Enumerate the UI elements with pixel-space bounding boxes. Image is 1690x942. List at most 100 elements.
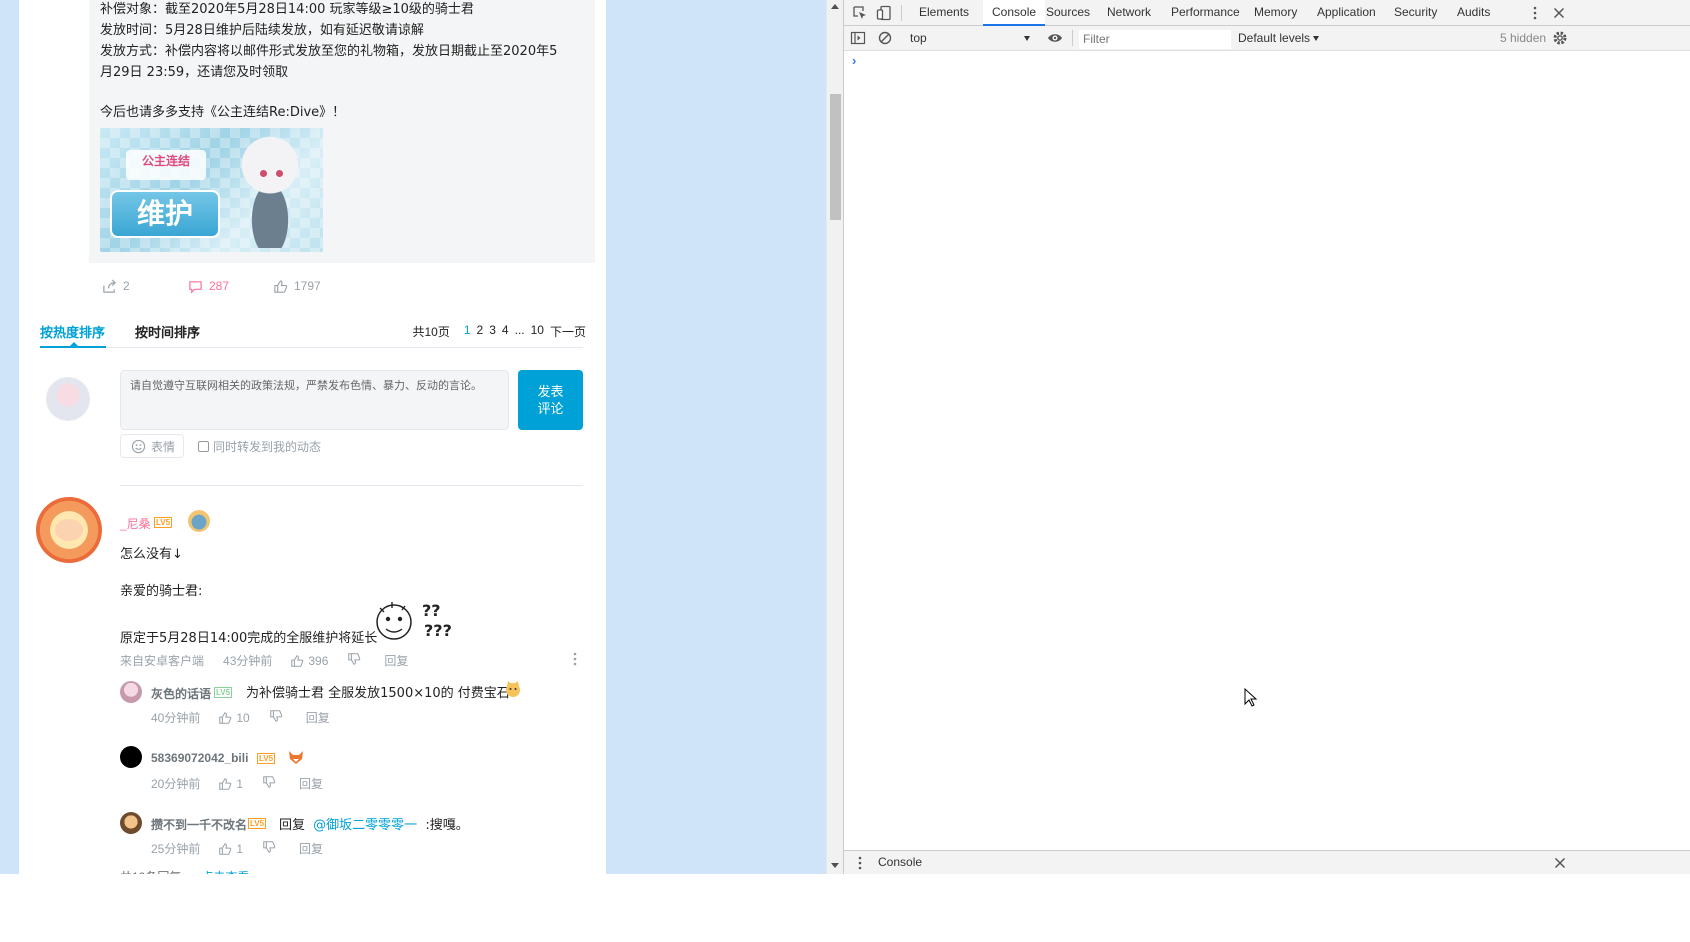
reply-reply-button[interactable]: 回复 xyxy=(299,840,323,857)
tab-performance[interactable]: Performance xyxy=(1169,0,1242,26)
live-expression-eye-icon[interactable] xyxy=(1047,30,1063,46)
post-line-release-method: 发放方式：补偿内容将以邮件形式发放至您的礼物箱，发放日期截止至2020年5 xyxy=(100,44,558,59)
close-devtools-icon[interactable] xyxy=(1551,5,1567,21)
tab-memory[interactable]: Memory xyxy=(1252,0,1299,26)
comment-count-button[interactable]: 287 xyxy=(188,278,229,294)
repost-checkbox[interactable]: 同时转发到我的动态 xyxy=(198,438,321,455)
post-line-deadline: 月29日 23:59，还请您及时领取 xyxy=(100,65,289,80)
like-count: 1797 xyxy=(294,279,321,293)
scroll-up-arrow-icon[interactable] xyxy=(831,4,839,9)
current-user-avatar[interactable] xyxy=(46,377,90,421)
page-link-3[interactable]: 3 xyxy=(489,323,496,340)
svg-text:??: ?? xyxy=(422,601,441,620)
submit-comment-button[interactable]: 发表 评论 xyxy=(518,370,583,430)
maintenance-banner-image[interactable]: 公主连结 维护 xyxy=(100,128,323,252)
device-toolbar-icon[interactable] xyxy=(876,5,892,21)
hidden-messages-count: 5 hidden xyxy=(1500,31,1547,45)
commenter-username[interactable]: _尼桑 xyxy=(120,515,151,532)
mouse-cursor-icon xyxy=(1244,688,1258,707)
console-settings-gear-icon[interactable] xyxy=(1552,30,1568,46)
more-menu-icon[interactable] xyxy=(1527,5,1543,21)
tab-network[interactable]: Network xyxy=(1105,0,1153,26)
share-button[interactable]: 2 xyxy=(102,278,130,294)
devtools-tab-bar: Elements Console Sources Network Perform… xyxy=(844,0,1690,26)
reply-meta: 40分钟前 10 回复 xyxy=(151,709,330,726)
comment-count: 287 xyxy=(209,279,230,293)
page-link-1[interactable]: 1 xyxy=(464,323,471,340)
comment-input-placeholder: 请自觉遵守互联网相关的政策法规，严禁发布色情、暴力、反动的言论。 xyxy=(130,380,482,392)
reply-like-count: 1 xyxy=(236,776,244,791)
reply-avatar[interactable] xyxy=(120,812,142,834)
tab-console[interactable]: Console xyxy=(983,0,1046,26)
emoji-button[interactable]: 表情 xyxy=(120,434,184,458)
reply-time: 20分钟前 xyxy=(151,777,201,791)
drawer-tab-console[interactable]: Console xyxy=(878,855,922,869)
reply-dislike-button[interactable] xyxy=(269,709,283,726)
tab-audits[interactable]: Audits xyxy=(1455,0,1492,26)
tab-elements[interactable]: Elements xyxy=(917,0,971,26)
console-filter-input[interactable] xyxy=(1079,30,1231,49)
log-levels-dropdown[interactable]: Default levels xyxy=(1238,29,1320,48)
thumbs-up-icon xyxy=(219,711,232,724)
reply-avatar[interactable] xyxy=(120,746,142,768)
web-page: 补偿对象：截至2020年5月28日14:00 玩家等级≥10级的骑士君 发放时间… xyxy=(0,0,826,942)
commenter-avatar[interactable] xyxy=(36,497,102,563)
confused-sticker-icon: ?? ??? xyxy=(376,601,452,640)
like-button[interactable]: 1797 xyxy=(273,278,321,294)
reply-like-button[interactable]: 10 xyxy=(218,710,250,725)
console-toolbar: top Default levels 5 hidden xyxy=(844,26,1690,51)
reply-dislike-button[interactable] xyxy=(262,840,276,857)
reply-dislike-button[interactable] xyxy=(262,775,276,792)
comment-like-button[interactable]: 396 xyxy=(290,654,328,668)
reply-username[interactable]: 58369072042_bili xyxy=(151,751,248,765)
page-link-4[interactable]: 4 xyxy=(502,323,509,340)
comment-text-line-1: 怎么没有↓ xyxy=(120,547,183,562)
next-page-link[interactable]: 下一页 xyxy=(550,323,586,340)
reply-reply-button[interactable]: 回复 xyxy=(306,709,330,726)
execution-context-select[interactable]: top xyxy=(906,29,1034,48)
scrollbar-thumb[interactable] xyxy=(830,94,841,220)
sidebar-toggle-icon[interactable] xyxy=(850,30,866,46)
comment-input[interactable]: 请自觉遵守互联网相关的政策法规，严禁发布色情、暴力、反动的言论。 xyxy=(120,370,509,430)
comment-dislike-button[interactable] xyxy=(347,652,361,669)
console-prompt-chevron-icon[interactable]: › xyxy=(852,53,856,68)
checkbox-box[interactable] xyxy=(198,441,209,452)
reply-reply-button[interactable]: 回复 xyxy=(299,775,323,792)
pagination-ellipsis: ... xyxy=(514,323,525,337)
scroll-down-arrow-icon[interactable] xyxy=(831,863,839,868)
reply-like-button[interactable]: 1 xyxy=(218,842,243,856)
reply-mention-link[interactable]: @御坂二零零零一 xyxy=(313,818,417,833)
reply-like-count: 10 xyxy=(236,710,250,725)
fox-emoji-icon xyxy=(289,751,303,764)
comment-icon xyxy=(189,280,202,294)
comment-text-line-3: 原定于5月28日14:00完成的全服维护将延长 xyxy=(120,631,378,646)
close-drawer-icon[interactable] xyxy=(1552,855,1568,871)
reply-avatar[interactable] xyxy=(120,681,142,703)
comment-text-line-2: 亲爱的骑士君: xyxy=(120,584,203,599)
active-tab-indicator xyxy=(40,346,106,348)
reply-username[interactable]: 攒不到一千不改名 xyxy=(151,816,247,833)
console-output[interactable]: › xyxy=(844,51,1690,849)
pagination: 共10页 1 2 3 4 ... 10 下一页 xyxy=(413,323,587,340)
tab-sources[interactable]: Sources xyxy=(1044,0,1092,26)
level-badge: LV5 xyxy=(248,818,267,829)
reply-like-button[interactable]: 1 xyxy=(218,777,243,791)
window-bottom-area xyxy=(0,874,1690,942)
post-line-support: 今后也请多多支持《公主连结Re:Dive》！ xyxy=(100,105,346,120)
more-options-icon[interactable] xyxy=(572,652,578,666)
smiley-icon xyxy=(131,439,146,453)
page-link-10[interactable]: 10 xyxy=(531,323,544,340)
page-link-2[interactable]: 2 xyxy=(477,323,484,340)
tab-sort-by-time[interactable]: 按时间排序 xyxy=(135,322,200,341)
tab-sort-by-hot[interactable]: 按热度排序 xyxy=(40,322,105,341)
drawer-menu-icon[interactable] xyxy=(852,855,868,871)
comment-reply-button[interactable]: 回复 xyxy=(384,652,408,669)
tab-security[interactable]: Security xyxy=(1392,0,1439,26)
devtools-panel: Elements Console Sources Network Perform… xyxy=(843,0,1690,874)
tab-application[interactable]: Application xyxy=(1315,0,1378,26)
page-scrollbar[interactable] xyxy=(826,0,843,874)
comment-source: 来自安卓客户端 xyxy=(120,654,205,668)
reply-username[interactable]: 灰色的话语 xyxy=(151,685,211,702)
clear-console-icon[interactable] xyxy=(877,30,893,46)
inspect-element-icon[interactable] xyxy=(852,5,868,21)
